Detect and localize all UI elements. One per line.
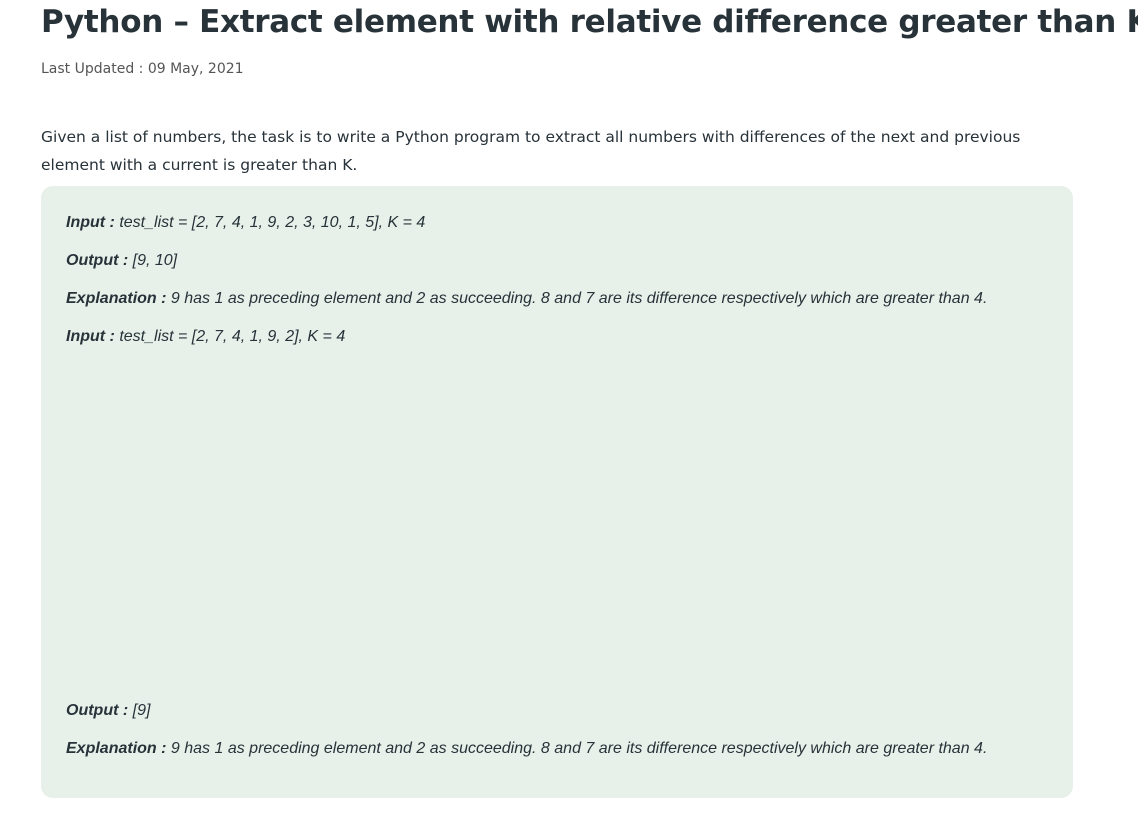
value: [9, 10] xyxy=(128,252,178,269)
value: [9] xyxy=(128,702,151,719)
example-output-2: Output : [9] xyxy=(66,702,150,720)
label: Input : xyxy=(66,328,115,345)
example-box: Input : test_list = [2, 7, 4, 1, 9, 2, 3… xyxy=(41,186,1073,798)
page-title: Python – Extract element with relative d… xyxy=(41,4,1138,40)
label: Output : xyxy=(66,702,129,719)
label: Input : xyxy=(66,214,115,231)
intro-paragraph: Given a list of numbers, the task is to … xyxy=(41,128,1021,174)
label: Explanation : xyxy=(66,740,167,757)
example-output-1: Output : [9, 10] xyxy=(66,252,177,270)
label: Explanation : xyxy=(66,290,167,307)
value: 9 has 1 as preceding element and 2 as su… xyxy=(166,290,988,307)
value: test_list = [2, 7, 4, 1, 9, 2], K = 4 xyxy=(114,328,346,345)
example-input-2: Input : test_list = [2, 7, 4, 1, 9, 2], … xyxy=(66,328,345,346)
example-explanation-1: Explanation : 9 has 1 as preceding eleme… xyxy=(66,290,987,308)
last-updated: Last Updated : 09 May, 2021 xyxy=(41,61,244,77)
label: Output : xyxy=(66,252,129,269)
example-input-1: Input : test_list = [2, 7, 4, 1, 9, 2, 3… xyxy=(66,214,425,232)
value: 9 has 1 as preceding element and 2 as su… xyxy=(166,740,988,757)
example-explanation-2: Explanation : 9 has 1 as preceding eleme… xyxy=(66,740,987,758)
value: test_list = [2, 7, 4, 1, 9, 2, 3, 10, 1,… xyxy=(114,214,426,231)
